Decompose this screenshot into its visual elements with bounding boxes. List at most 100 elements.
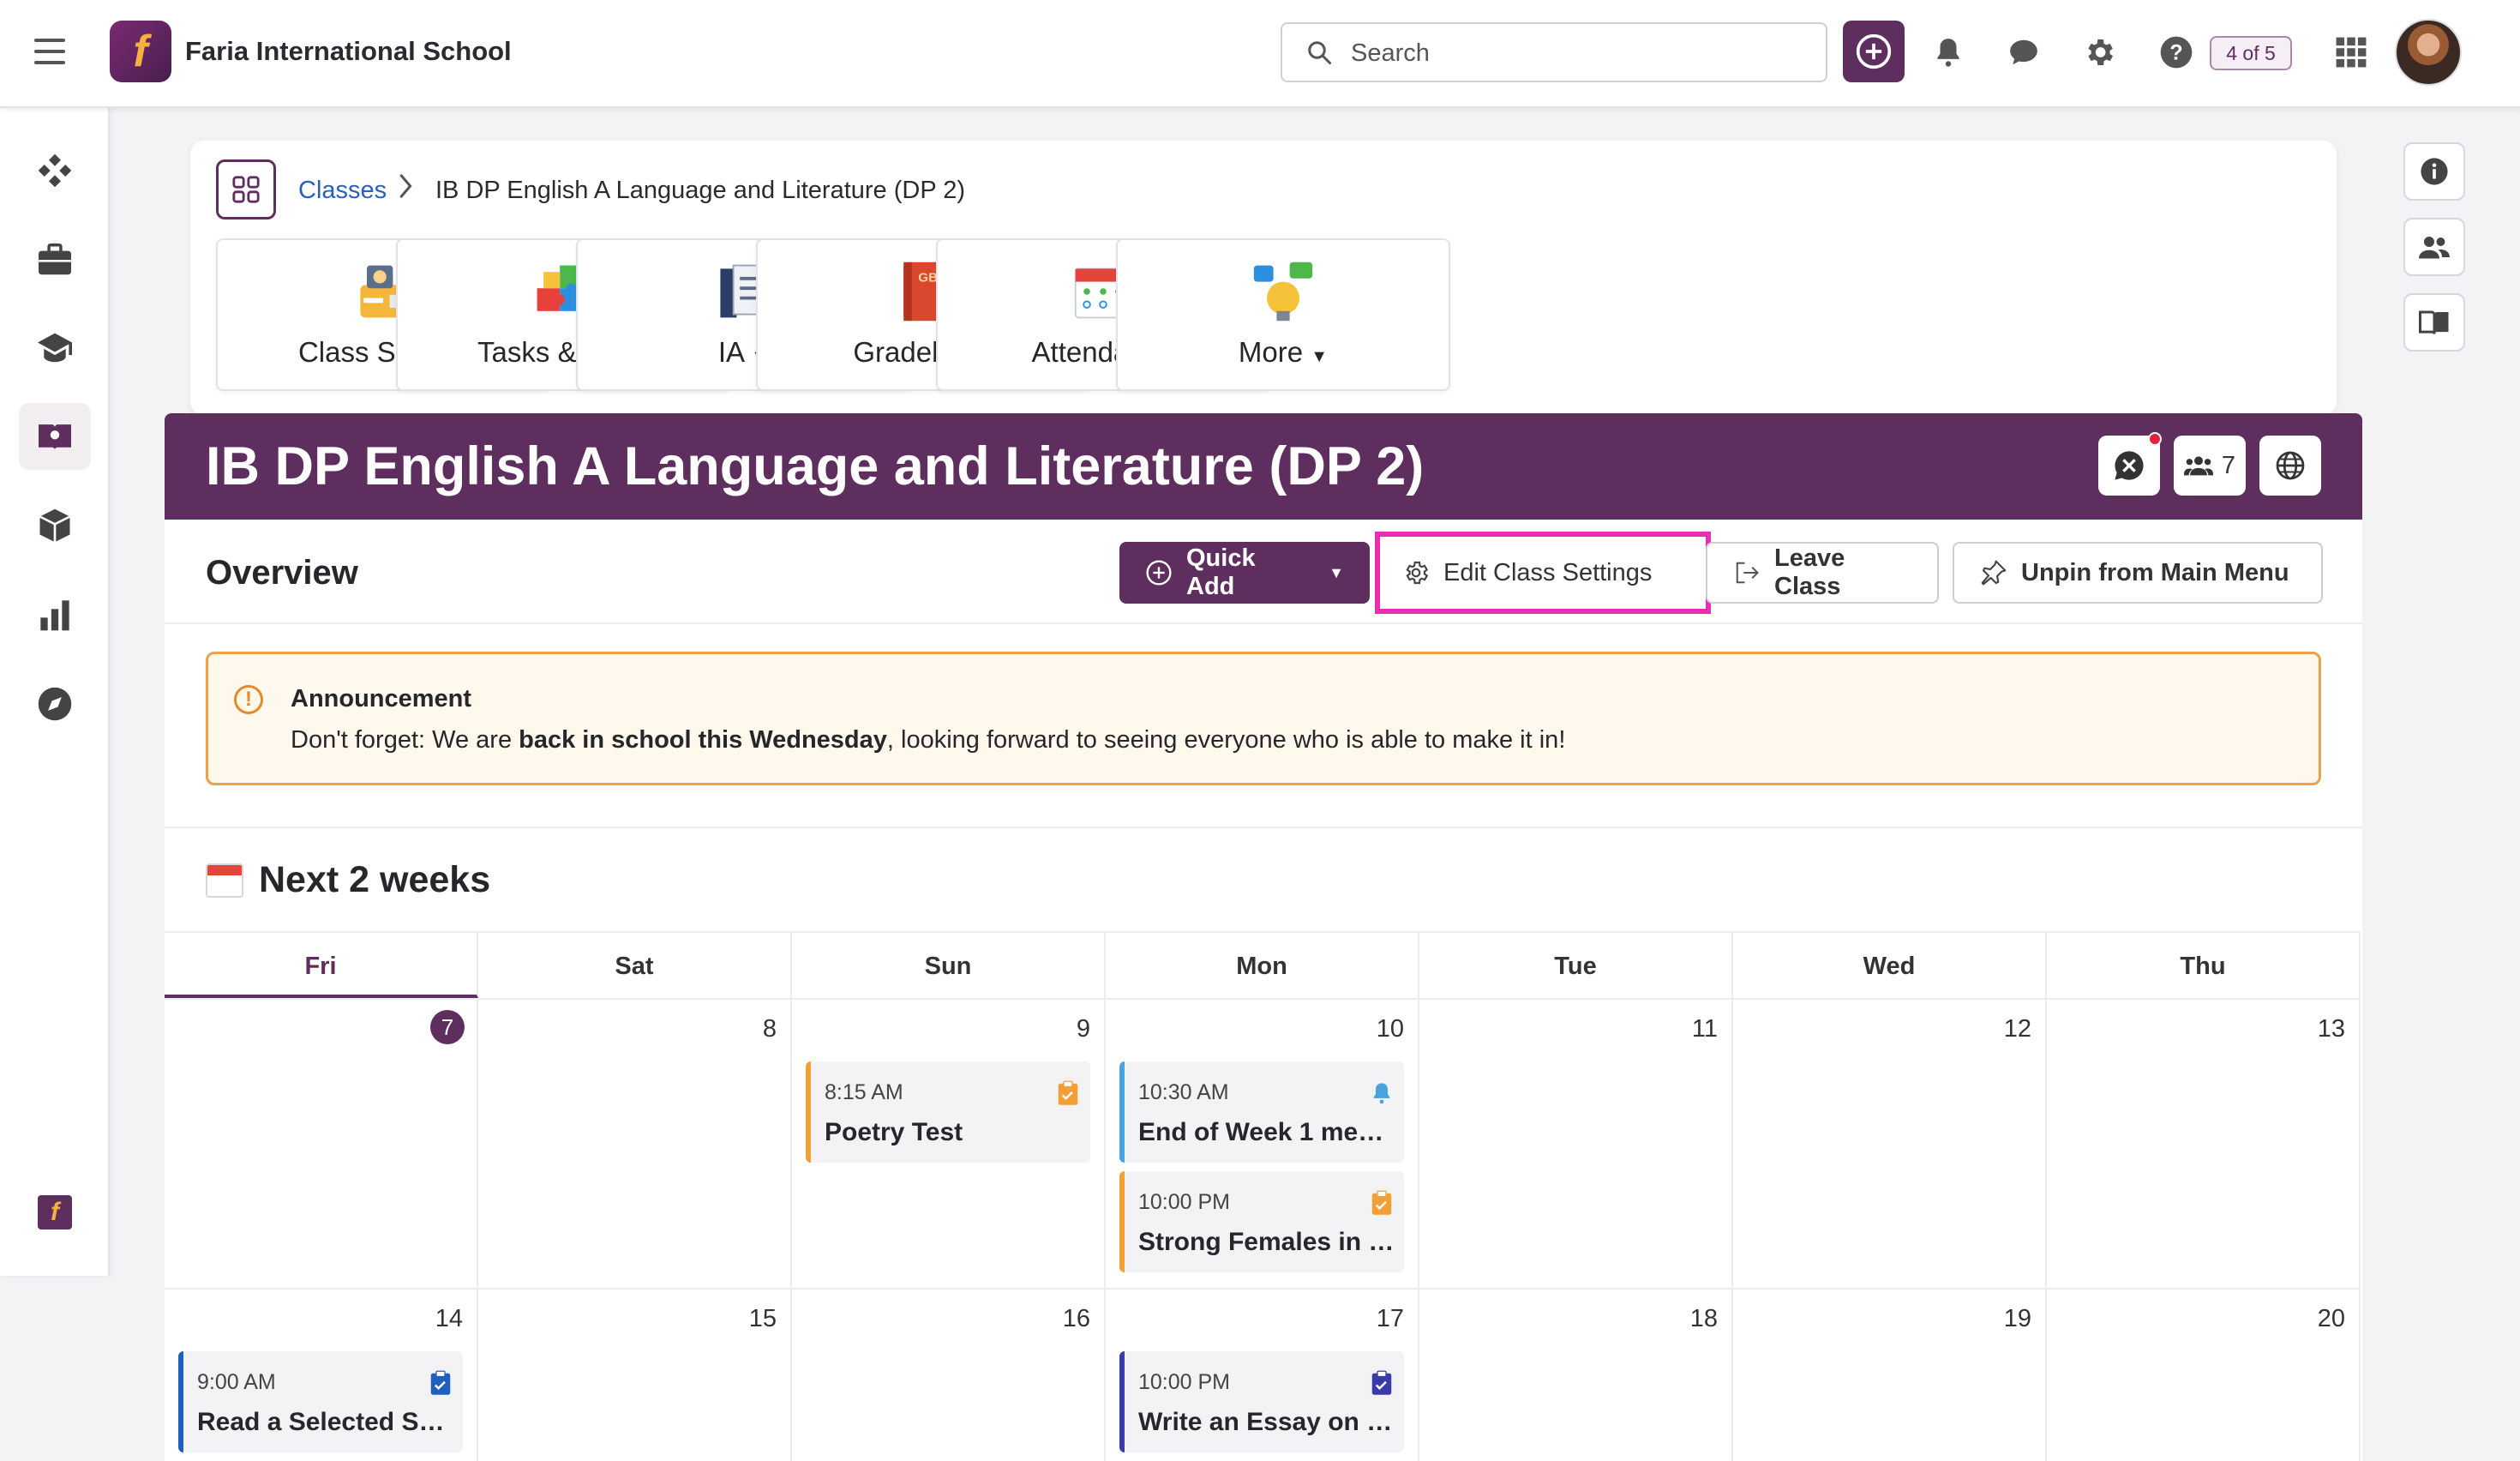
calendar-day-cell[interactable]: 15 (478, 1288, 792, 1461)
calendar-event[interactable]: 8:15 AM Poetry Test (806, 1061, 1090, 1163)
calendar-day-cell[interactable]: 9 8:15 AM Poetry Test (792, 998, 1106, 1288)
class-members-button[interactable]: 7 (2174, 436, 2246, 496)
nav-bar-chart-icon[interactable] (19, 581, 91, 648)
announcement-banner: ! Announcement Don't forget: We are back… (206, 652, 2321, 785)
event-name: Strong Females in Li... (1138, 1228, 1395, 1256)
event-name: Read a Selected Sho... (197, 1408, 454, 1436)
school-logo[interactable]: f (110, 21, 171, 82)
user-avatar[interactable] (2395, 19, 2462, 86)
leave-class-label: Leave Class (1774, 544, 1845, 600)
calendar-day-cell[interactable]: 11 (1419, 998, 1733, 1288)
clipboard-task-icon (1371, 1370, 1392, 1395)
calendar-event[interactable]: 9:00 AM Read a Selected Sho... (178, 1351, 463, 1452)
open-book-icon (2419, 310, 2449, 334)
day-header-wed: Wed (1733, 931, 2047, 998)
nav-graduation-cap-icon[interactable] (19, 314, 91, 381)
calendar-event[interactable]: 10:30 AM End of Week 1 meet... (1119, 1061, 1404, 1163)
apps-grid-icon[interactable] (2333, 34, 2369, 70)
class-chat-button[interactable] (2098, 432, 2162, 496)
next-two-weeks-heading: Next 2 weeks (206, 859, 490, 901)
calendar-day-cell[interactable]: 8 (478, 998, 792, 1288)
date-number: 10 (1376, 1015, 1404, 1043)
nav-compass-icon[interactable] (19, 670, 91, 737)
tile-more[interactable]: More ▼ (1116, 238, 1450, 391)
nav-briefcase-icon[interactable] (19, 226, 91, 293)
class-grid-button[interactable] (216, 159, 276, 219)
notifications-bell-icon[interactable] (1930, 34, 1966, 70)
plus-circle-icon (1856, 33, 1892, 69)
divider (165, 622, 2362, 624)
gear-icon (1402, 559, 1430, 586)
day-header-sat: Sat (478, 931, 792, 998)
calendar-day-cell[interactable]: 20 (2047, 1288, 2361, 1461)
nav-dashboard-icon[interactable] (19, 137, 91, 204)
day-header-fri: Fri (165, 931, 478, 998)
clipboard-task-icon (1058, 1080, 1078, 1105)
svg-text:GB: GB (918, 271, 938, 286)
calendar-day-cell[interactable]: 10 10:30 AM End of Week 1 meet... 10:00 … (1106, 998, 1419, 1288)
calendar-day-cell[interactable]: 13 (2047, 998, 2361, 1288)
edit-class-settings-button[interactable]: Edit Class Settings (1385, 542, 1701, 604)
pin-icon (1980, 559, 2007, 586)
calendar-day-cell[interactable]: 19 (1733, 1288, 2047, 1461)
faria-logo-icon[interactable]: f (38, 1195, 72, 1230)
calendar-day-cell[interactable]: 7 (165, 998, 478, 1288)
search-icon (1308, 41, 1331, 64)
event-time: 10:30 AM (1138, 1080, 1229, 1104)
search-box[interactable] (1281, 22, 1827, 82)
book-button[interactable] (2403, 293, 2465, 352)
calendar-event[interactable]: 10:00 PM Strong Females in Li... (1119, 1171, 1404, 1272)
date-number: 17 (1376, 1305, 1404, 1332)
member-count: 7 (2221, 451, 2236, 479)
day-header-thu: Thu (2047, 931, 2361, 998)
date-number: 19 (2003, 1305, 2031, 1332)
class-header: IB DP English A Language and Literature … (165, 413, 2362, 520)
notification-dot (2148, 432, 2162, 446)
top-bar: f Faria International School ? 4 of 5 (0, 0, 2520, 108)
breadcrumb-chevron-icon (396, 173, 415, 206)
nav-classes-icon[interactable] (19, 403, 91, 470)
date-number: 12 (2003, 1015, 2031, 1043)
date-number: 15 (748, 1305, 777, 1332)
quick-add-button[interactable]: Quick Add ▼ (1119, 542, 1370, 604)
calendar-day-cell[interactable]: 17 10:00 PM Write an Essay on K... (1106, 1288, 1419, 1461)
search-input[interactable] (1351, 36, 1797, 70)
event-time: 8:15 AM (825, 1080, 903, 1104)
people-icon (2419, 237, 2450, 259)
create-new-button[interactable] (1843, 21, 1905, 82)
caret-down-icon: ▼ (1329, 563, 1344, 581)
messages-chat-icon[interactable] (2006, 34, 2042, 70)
info-button[interactable] (2403, 142, 2465, 201)
day-header-tue: Tue (1419, 931, 1733, 998)
breadcrumb-classes-link[interactable]: Classes (298, 177, 387, 205)
plus-circle-icon (1145, 559, 1173, 586)
chat-bubble-icon (2115, 451, 2144, 480)
help-question-icon[interactable]: ? (2158, 34, 2194, 70)
more-icon (1253, 262, 1313, 322)
calendar-day-cell[interactable]: 12 (1733, 998, 2047, 1288)
day-header-mon: Mon (1106, 931, 1419, 998)
calendar-day-cell[interactable]: 18 (1419, 1288, 1733, 1461)
leave-class-button[interactable]: Leave Class (1706, 542, 1939, 604)
unpin-main-menu-button[interactable]: Unpin from Main Menu (1953, 542, 2323, 604)
svg-text:?: ? (2169, 40, 2182, 64)
event-time: 10:00 PM (1138, 1370, 1231, 1394)
calendar-day-cell[interactable]: 14 9:00 AM Read a Selected Sho... (165, 1288, 478, 1461)
members-button[interactable] (2403, 218, 2465, 276)
calendar-event[interactable]: 10:00 PM Write an Essay on K... (1119, 1351, 1404, 1452)
exit-icon (1733, 560, 1761, 586)
info-icon (2421, 158, 2448, 185)
event-time: 10:00 PM (1138, 1190, 1231, 1214)
class-visibility-button[interactable] (2259, 436, 2321, 496)
nav-cube-icon[interactable] (19, 492, 91, 559)
breadcrumb-current: IB DP English A Language and Literature … (435, 177, 966, 204)
settings-gear-icon[interactable] (2081, 34, 2117, 70)
hamburger-menu-icon[interactable] (34, 39, 65, 64)
calendar-day-cell[interactable]: 16 (792, 1288, 1106, 1461)
class-navigation-card: Classes IB DP English A Language and Lit… (190, 141, 2337, 415)
date-number: 11 (1691, 1015, 1718, 1043)
left-navigation: f (0, 108, 110, 1276)
event-name: End of Week 1 meet... (1138, 1118, 1395, 1146)
page-counter-badge[interactable]: 4 of 5 (2210, 36, 2292, 70)
date-number: 13 (2317, 1015, 2345, 1043)
